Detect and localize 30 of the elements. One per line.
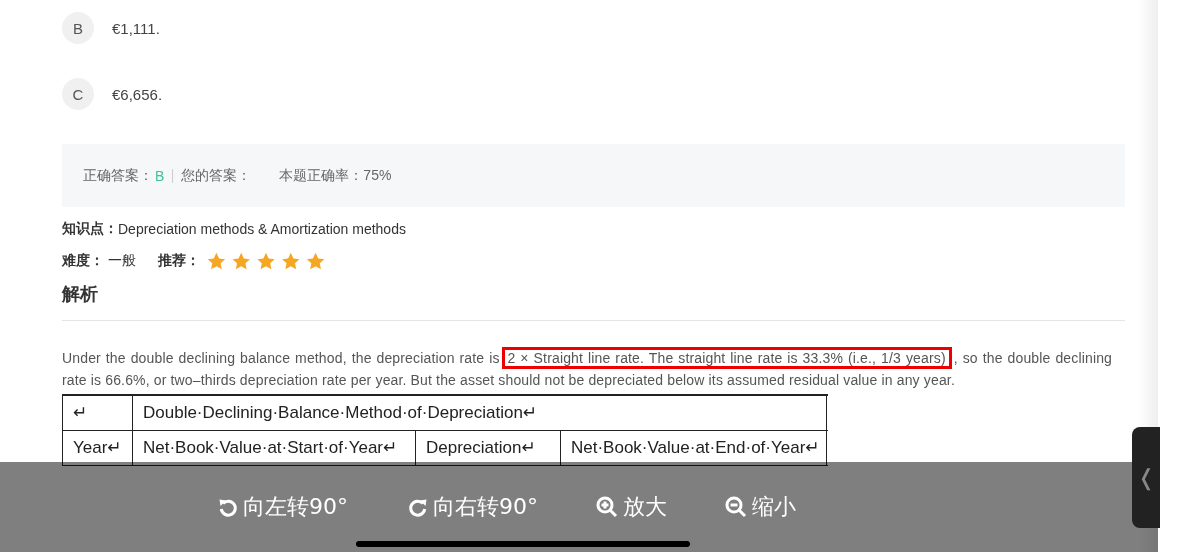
difficulty-value: 一般 — [108, 252, 136, 270]
option-text[interactable]: €6,656. — [112, 85, 163, 103]
correct-answer-value: B — [155, 167, 165, 184]
rotate-right-icon — [408, 497, 428, 517]
analysis-heading: 解析 — [62, 283, 99, 306]
option-letter[interactable]: C — [62, 78, 94, 110]
table-cell: Net·Book·Value·at·Start·of·Year↵ — [133, 431, 416, 465]
toolbar-button[interactable]: 缩小 — [725, 492, 796, 522]
option-letter[interactable]: B — [62, 12, 94, 44]
correct-answer-label: 正确答案： — [83, 166, 153, 185]
table-cell: Depreciation↵ — [416, 431, 561, 465]
side-handle[interactable]: ❬ — [1132, 427, 1160, 528]
your-answer-label: 您的答案： — [181, 166, 252, 185]
toolbar-button[interactable]: 放大 — [596, 492, 667, 522]
rotate-left-icon — [218, 497, 238, 517]
knowledge-value: Depreciation methods & Amortization methods — [118, 221, 406, 237]
accuracy-text: 本题正确率：75% — [279, 166, 392, 185]
table-cell: Net·Book·Value·at·End·of·Year↵ — [561, 431, 827, 465]
toolbar-button[interactable]: 向左转90° — [218, 492, 348, 522]
zoom-out-icon — [725, 496, 747, 518]
table-cell: Double·Declining·Balance·Method·of·Depreciation↵ — [133, 396, 827, 430]
recommend-label: 推荐： — [158, 252, 200, 270]
table-cell: ↵ — [63, 396, 133, 430]
explanation-paragraph: Under the double declining balance method, the depreciation rate is 2 × Straight line rate. The straight line rate is 33.3% (i.e., 1/3 years) , so the double declining rate is 66.6%, or two–thirds depreciation rate per year. But the asset should not be depreciated below its assumed residual value in any year. — [62, 347, 1112, 391]
difficulty-label: 难度： — [62, 252, 104, 270]
toolbar-button[interactable]: 向右转90° — [408, 492, 538, 522]
table-cell: Year↵ — [63, 431, 133, 465]
zoom-in-icon — [596, 496, 618, 518]
knowledge-label: 知识点： — [62, 220, 118, 238]
option-text[interactable]: €1,111. — [112, 19, 160, 37]
